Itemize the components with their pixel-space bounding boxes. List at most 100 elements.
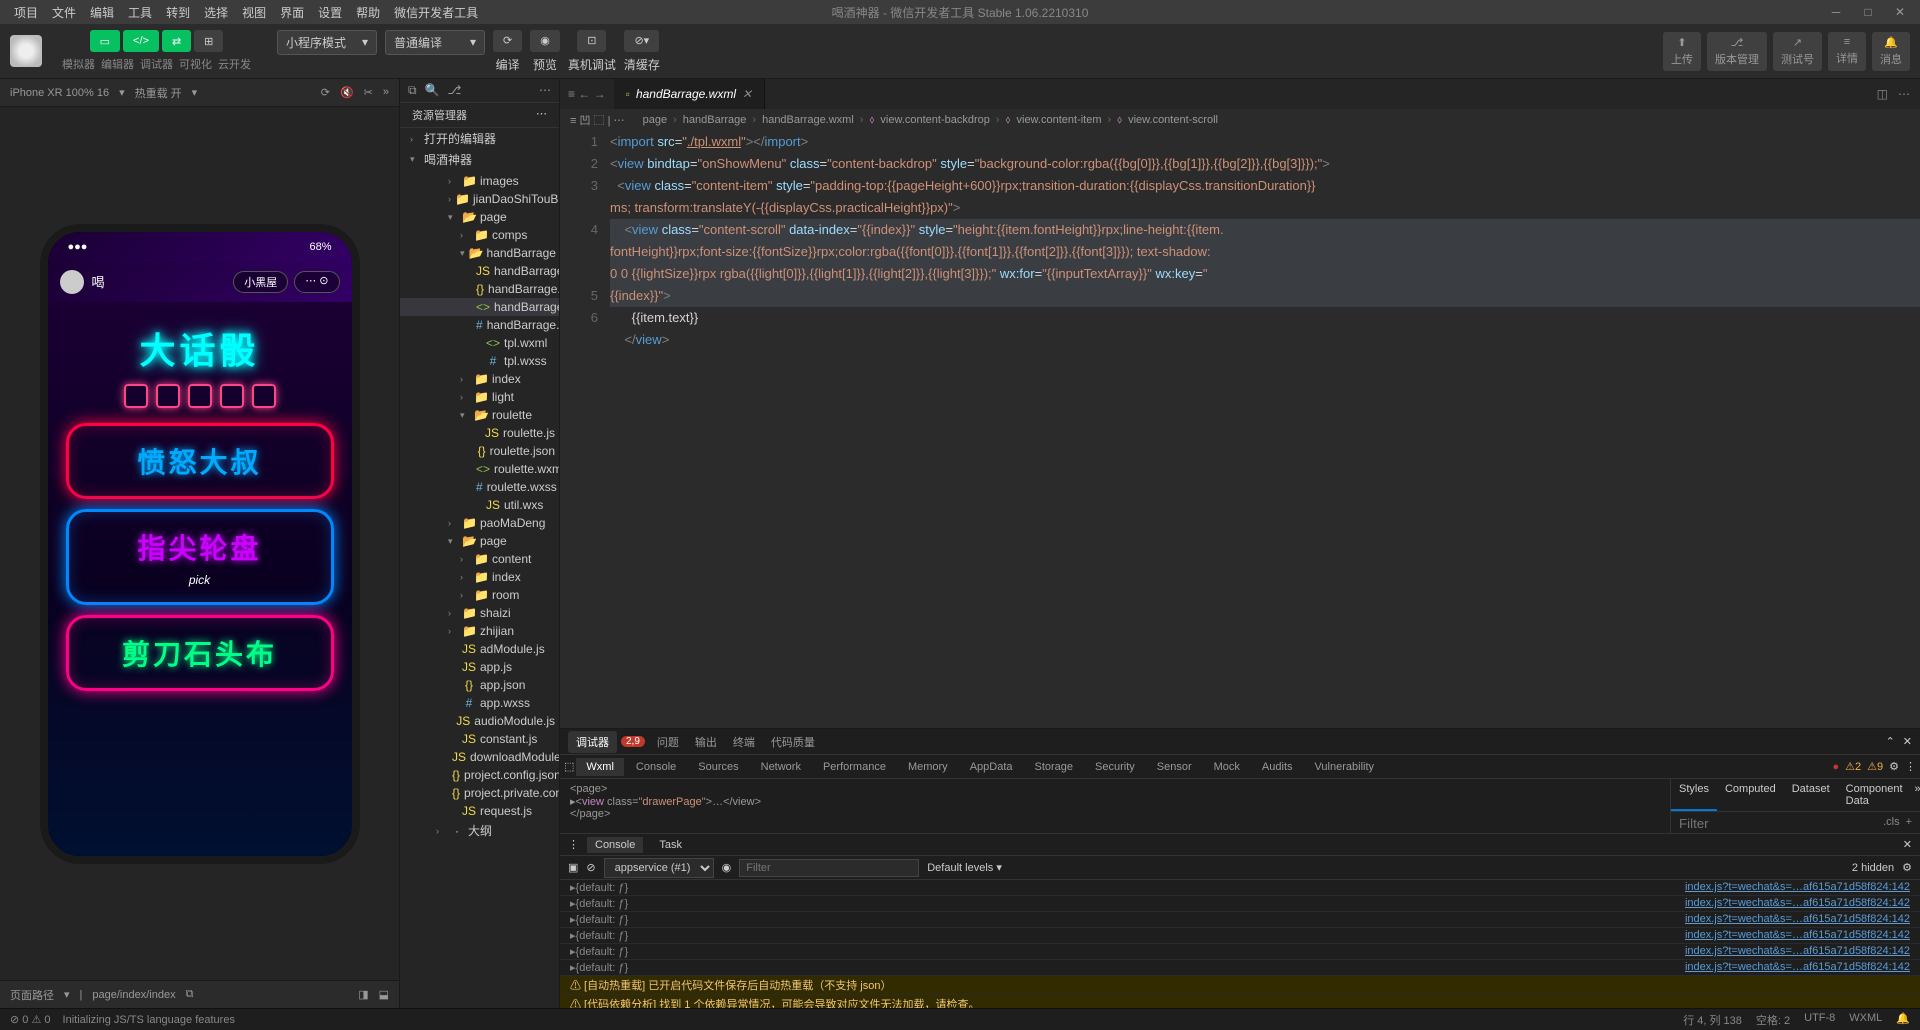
explorer-more-icon[interactable]: ⋯	[536, 107, 547, 123]
open-editors-section[interactable]: ›打开的编辑器	[400, 128, 559, 149]
source-link[interactable]: index.js?t=wechat&s=…af615a71d58f824:142	[1685, 881, 1910, 894]
tree-item[interactable]: JSdownloadModule.js	[400, 748, 559, 766]
source-link[interactable]: index.js?t=wechat&s=…af615a71d58f824:142	[1685, 913, 1910, 926]
source-link[interactable]: index.js?t=wechat&s=…af615a71d58f824:142	[1685, 929, 1910, 942]
test-button[interactable]: ↗测试号	[1773, 32, 1822, 71]
menu-item[interactable]: 设置	[312, 2, 348, 23]
compile-button[interactable]: ⟳	[493, 30, 522, 52]
refresh-icon[interactable]: ⟳	[321, 86, 330, 99]
source-link[interactable]: index.js?t=wechat&s=…af615a71d58f824:142	[1685, 961, 1910, 974]
menu-item[interactable]: 微信开发者工具	[388, 2, 484, 23]
devtools-subtab[interactable]: Memory	[898, 758, 958, 776]
editor-button[interactable]: </>	[123, 30, 159, 52]
more-icon[interactable]: ⋯	[539, 83, 551, 98]
tree-item[interactable]: #roulette.wxss	[400, 478, 559, 496]
mode-select[interactable]: 小程序模式▾	[277, 30, 377, 55]
console-toggle-icon[interactable]: ▣	[568, 861, 578, 874]
project-section[interactable]: ▾喝酒神器	[400, 149, 559, 170]
task-tab[interactable]: Task	[651, 837, 690, 853]
search-icon[interactable]: 🔍	[425, 83, 440, 98]
tree-item[interactable]: ›📁zhijian	[400, 622, 559, 640]
errors-count[interactable]: ⊘ 0 ⚠ 0	[10, 1013, 51, 1026]
indent-info[interactable]: 空格: 2	[1756, 1012, 1790, 1028]
source-link[interactable]: index.js?t=wechat&s=…af615a71d58f824:142	[1685, 945, 1910, 958]
source-link[interactable]: index.js?t=wechat&s=…af615a71d58f824:142	[1685, 897, 1910, 910]
msg-button[interactable]: 🔔消息	[1872, 32, 1910, 71]
console-menu-icon[interactable]: ⋮	[568, 838, 579, 851]
tree-item[interactable]: JSapp.js	[400, 658, 559, 676]
menu-item[interactable]: 项目	[8, 2, 44, 23]
tree-item[interactable]: <>handBarrage.wxml	[400, 298, 559, 316]
inspect-icon[interactable]: ⬚	[564, 760, 574, 773]
mute-icon[interactable]: 🔇	[340, 86, 354, 99]
devtools-tab[interactable]: 代码质量	[763, 734, 823, 752]
branch-icon[interactable]: ⎇	[448, 83, 462, 98]
menu-item[interactable]: 工具	[122, 2, 158, 23]
tree-item[interactable]: ›📁index	[400, 370, 559, 388]
tab-more-icon[interactable]: ⋯	[1898, 87, 1910, 101]
more-icon[interactable]: »	[383, 86, 389, 99]
maximize-icon[interactable]: □	[1856, 5, 1880, 19]
tree-item[interactable]: ›📁light	[400, 388, 559, 406]
split-icon[interactable]: ◫	[1877, 87, 1888, 101]
devtools-subtab[interactable]: Vulnerability	[1305, 758, 1385, 776]
tree-item[interactable]: {}roulette.json	[400, 442, 559, 460]
tree-item[interactable]: JShandBarrage.js	[400, 262, 559, 280]
style-filter-input[interactable]	[1679, 816, 1877, 831]
devtools-subtab[interactable]: Performance	[813, 758, 896, 776]
tree-item[interactable]: ›📁room	[400, 586, 559, 604]
user-avatar[interactable]	[10, 35, 42, 67]
devtools-subtab[interactable]: Wxml	[576, 758, 624, 776]
cursor-pos[interactable]: 行 4, 列 138	[1683, 1012, 1742, 1028]
panel-icon[interactable]: ◨	[358, 988, 368, 1001]
simulator-button[interactable]: ▭	[90, 30, 120, 52]
detail-button[interactable]: ≡详情	[1828, 32, 1866, 71]
menu-item[interactable]: 编辑	[84, 2, 120, 23]
tree-item[interactable]: ›📁shaizi	[400, 604, 559, 622]
tree-item[interactable]: ›📁content	[400, 550, 559, 568]
devtools-subtab[interactable]: Security	[1085, 758, 1145, 776]
menu-item[interactable]: 帮助	[350, 2, 386, 23]
tree-item[interactable]: JSconstant.js	[400, 730, 559, 748]
phone-preview[interactable]: ●●●68% 喝 小黑屋⋯ ⊙ 大话骰 愤怒大叔指尖轮盘pick剪刀石头布	[40, 224, 360, 864]
tree-item[interactable]: JSrequest.js	[400, 802, 559, 820]
tree-item[interactable]: {}handBarrage.json	[400, 280, 559, 298]
close-icon[interactable]: ✕	[1888, 5, 1912, 19]
console-close-icon[interactable]: ✕	[1903, 838, 1912, 851]
style-tab[interactable]: Component Data	[1838, 779, 1911, 811]
tree-item[interactable]: ›📁comps	[400, 226, 559, 244]
tree-item[interactable]: ›📁jianDaoShiTouBu	[400, 190, 559, 208]
tree-item[interactable]: #tpl.wxss	[400, 352, 559, 370]
close-devtools-icon[interactable]: ✕	[1903, 735, 1912, 748]
compile-select[interactable]: 普通编译▾	[385, 30, 485, 55]
language-mode[interactable]: WXML	[1849, 1012, 1882, 1028]
devtools-subtab[interactable]: Network	[751, 758, 811, 776]
tree-item[interactable]: JSutil.wxs	[400, 496, 559, 514]
game-card[interactable]: 剪刀石头布	[66, 615, 334, 691]
code-editor[interactable]: 123456 <import src="./tpl.wxml"></import…	[560, 131, 1920, 728]
copy-icon[interactable]: ⧉	[186, 988, 194, 1001]
menu-item[interactable]: 选择	[198, 2, 234, 23]
page-route[interactable]: page/index/index	[92, 989, 175, 1001]
style-tab[interactable]: Styles	[1671, 779, 1717, 811]
hidden-count[interactable]: 2 hidden	[1852, 862, 1894, 874]
debugger-button[interactable]: ⇄	[162, 30, 191, 52]
tree-item[interactable]: {}project.private.config.js...	[400, 784, 559, 802]
version-button[interactable]: ⎇版本管理	[1707, 32, 1767, 71]
remote-button[interactable]: ⊡	[577, 30, 606, 52]
context-select[interactable]: appservice (#1)	[604, 858, 714, 878]
tree-item[interactable]: ›📁paoMaDeng	[400, 514, 559, 532]
tree-item[interactable]: JSroulette.js	[400, 424, 559, 442]
devtools-subtab[interactable]: AppData	[960, 758, 1023, 776]
tree-item[interactable]: <>tpl.wxml	[400, 334, 559, 352]
eye-icon[interactable]: ◉	[722, 861, 732, 874]
breadcrumb[interactable]: ≡ 凹 ⬚ | ⋯ page›handBarrage›handBarrage.w…	[560, 109, 1920, 131]
game-card[interactable]: 指尖轮盘pick	[66, 509, 334, 605]
close-tab-icon[interactable]: ✕	[742, 87, 752, 101]
devtools-subtab[interactable]: Storage	[1025, 758, 1084, 776]
devtools-subtab[interactable]: Sensor	[1147, 758, 1202, 776]
bell-icon[interactable]: 🔔	[1896, 1012, 1910, 1028]
file-tab[interactable]: ▫handBarrage.wxml✕	[614, 79, 765, 109]
dock-icon[interactable]: ⬓	[379, 988, 389, 1001]
tree-item[interactable]: ›📁index	[400, 568, 559, 586]
